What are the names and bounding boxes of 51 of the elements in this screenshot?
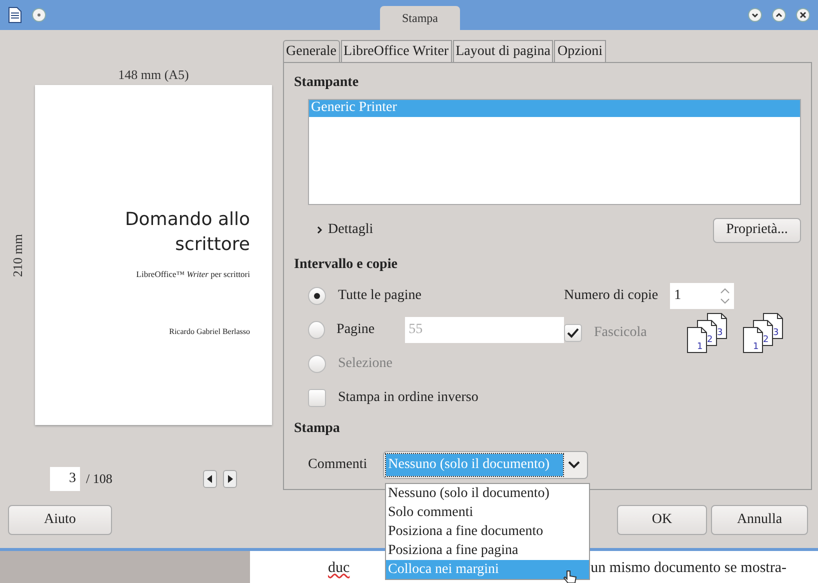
document-icon[interactable] xyxy=(8,7,22,23)
page-number-field[interactable]: 3 xyxy=(50,467,80,491)
menu-button-icon[interactable] xyxy=(32,8,46,22)
option-label: Tutte le pagine xyxy=(338,288,422,304)
maximize-icon[interactable] xyxy=(772,8,786,22)
collate-label: Fascicola xyxy=(594,325,647,341)
copies-spinbox[interactable]: 1 xyxy=(670,283,734,309)
document-text: un mismo documento se mostra- xyxy=(590,560,786,578)
section-heading: Stampa xyxy=(294,421,341,437)
collate-pages-drawing: 3 2 1 xyxy=(742,313,787,353)
option-label: Stampa in ordine inverso xyxy=(338,390,478,406)
page-width-label: 148 mm (A5) xyxy=(117,67,190,84)
page-total: / 108 xyxy=(86,471,112,487)
expander-icon[interactable] xyxy=(316,225,324,235)
tab[interactable]: Opzioni xyxy=(554,40,606,62)
details-expander[interactable]: Dettagli xyxy=(328,222,374,238)
minimize-icon[interactable] xyxy=(748,8,762,22)
preview-subtitle: LibreOffice™ Writer per scrittori xyxy=(136,269,250,280)
right-triangle-icon xyxy=(227,475,234,483)
comments-label: Commenti xyxy=(308,457,368,473)
cancel-button[interactable]: Annulla xyxy=(711,504,808,534)
radio-button[interactable] xyxy=(308,287,326,305)
dropdown-option[interactable]: Solo commenti xyxy=(386,503,589,522)
section-heading: Stampante xyxy=(294,75,360,91)
left-triangle-icon xyxy=(207,475,214,483)
preview-title: Domando allo scrittore xyxy=(124,208,250,258)
preview-author: Ricardo Gabriel Berlasso xyxy=(169,327,250,336)
option-label: Selezione xyxy=(338,356,392,372)
document-text: duc xyxy=(328,560,350,578)
dropdown-option[interactable]: Posiziona a fine documento xyxy=(386,522,589,541)
page-height-label: 210 mm xyxy=(10,234,26,276)
tab[interactable]: Layout di pagina xyxy=(452,40,554,62)
section-heading: Intervallo e copie xyxy=(294,257,398,273)
dropdown-option[interactable]: Posiziona a fine pagina xyxy=(386,541,589,560)
tab[interactable]: Generale xyxy=(283,40,340,62)
chevron-down-icon[interactable] xyxy=(568,461,580,469)
previous-page-button[interactable] xyxy=(203,470,218,488)
copies-label: Numero di copie xyxy=(564,288,658,304)
next-page-button[interactable] xyxy=(223,470,238,488)
radio-button[interactable] xyxy=(308,321,325,339)
tab[interactable]: LibreOffice Writer xyxy=(340,40,452,62)
ok-button[interactable]: OK xyxy=(617,504,707,534)
spin-arrows-icon[interactable] xyxy=(720,286,730,306)
help-button[interactable]: Aiuto xyxy=(8,504,112,534)
dropdown-option[interactable]: Nessuno (solo il documento) xyxy=(386,484,589,503)
option-label: Pagine xyxy=(336,322,375,338)
collate-pages-drawing: 3 2 1 xyxy=(686,313,731,353)
checkbox[interactable] xyxy=(308,389,326,407)
close-icon[interactable] xyxy=(796,8,810,22)
properties-button[interactable]: Proprietà... xyxy=(713,218,801,242)
window-title: Stampa xyxy=(380,6,460,30)
